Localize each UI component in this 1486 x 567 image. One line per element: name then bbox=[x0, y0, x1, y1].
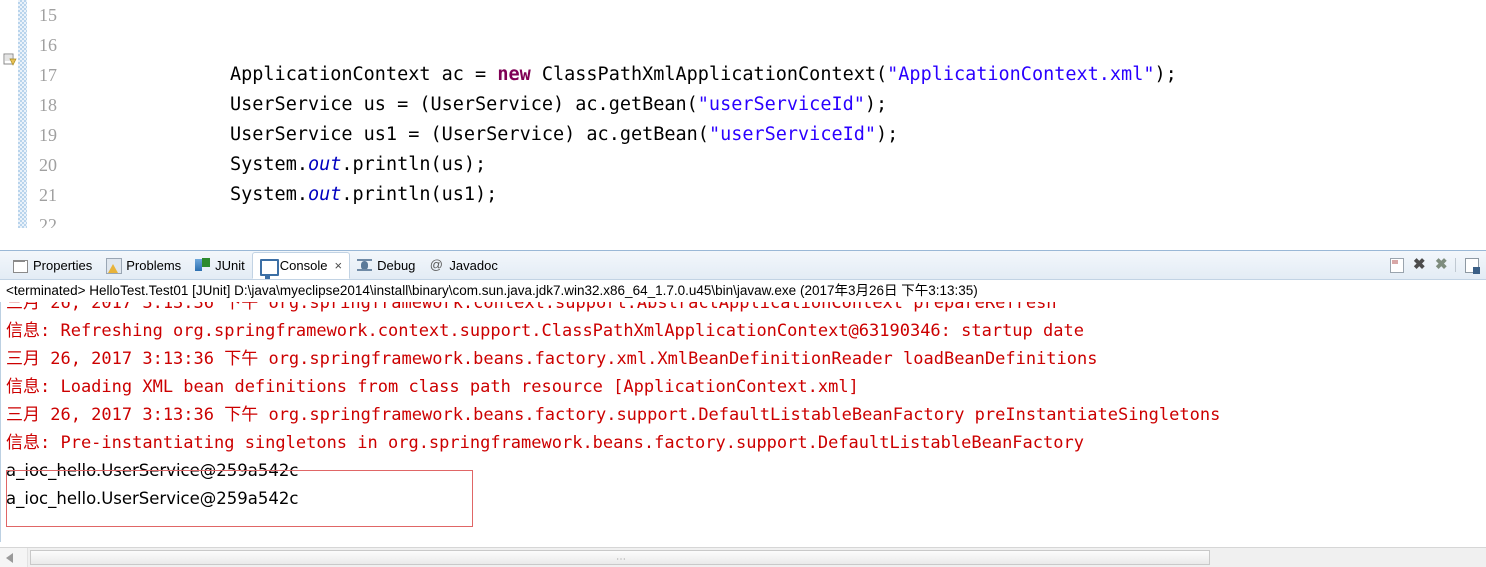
code-line[interactable]: UserService us1 = (UserService) ac.getBe… bbox=[60, 120, 1486, 150]
code-token: new bbox=[497, 64, 531, 85]
view-tabs: Properties Problems JUnit Console × Debug @ Jav… bbox=[6, 251, 505, 279]
javadoc-icon: @ bbox=[429, 257, 445, 273]
problems-icon bbox=[106, 257, 123, 274]
clear-console-button[interactable] bbox=[1387, 255, 1407, 275]
tab-javadoc[interactable]: @ Javadoc bbox=[422, 252, 504, 279]
code-token: ClassPathXmlApplicationContext( bbox=[530, 64, 888, 85]
code-line[interactable]: UserService us = (UserService) ac.getBea… bbox=[60, 90, 1486, 120]
code-token: .println(us); bbox=[341, 154, 487, 175]
console-log-line: 三月 26, 2017 3:13:36 下午 org.springframewo… bbox=[6, 405, 1221, 425]
properties-icon bbox=[13, 257, 29, 273]
console-log-line: 信息: Refreshing org.springframework.conte… bbox=[6, 321, 1084, 341]
code-token: ApplicationContext ac = bbox=[230, 64, 498, 85]
code-token: out bbox=[307, 154, 342, 175]
debug-icon-glyph bbox=[357, 258, 372, 273]
remove-all-terminated-button[interactable]: ✖ bbox=[1431, 255, 1451, 275]
code-line[interactable] bbox=[60, 30, 1486, 60]
line-number: 21 bbox=[39, 185, 57, 205]
console-horizontal-scrollbar[interactable]: ⋯ bbox=[0, 547, 1486, 567]
debug-icon bbox=[357, 257, 373, 273]
line-number: 15 bbox=[39, 5, 57, 25]
terminate-button[interactable]: ✖ bbox=[1409, 255, 1429, 275]
code-line[interactable]: System.out.println(us); bbox=[60, 150, 1486, 180]
tab-debug[interactable]: Debug bbox=[350, 252, 422, 279]
tab-label: Problems bbox=[126, 257, 182, 273]
console-log-line: 信息: Loading XML bean definitions from cl… bbox=[6, 377, 859, 397]
scrollbar-left-pad bbox=[0, 548, 28, 567]
close-icon[interactable]: × bbox=[335, 258, 343, 273]
editor-code-text[interactable]: ApplicationContext ac = new ClassPathXml… bbox=[60, 0, 1486, 228]
code-line[interactable]: System.out.println(us1); bbox=[60, 180, 1486, 210]
remove-all-terminated-icon: ✖ bbox=[1435, 256, 1448, 273]
code-token: ); bbox=[876, 124, 899, 145]
console-view-panel: Properties Problems JUnit Console × Debug @ Jav… bbox=[0, 250, 1486, 567]
code-line[interactable]: ApplicationContext ac = new ClassPathXml… bbox=[60, 60, 1486, 90]
console-icon bbox=[259, 257, 279, 279]
code-token: UserService us1 = (UserService) ac.getBe… bbox=[230, 124, 709, 145]
problems-icon-glyph bbox=[106, 258, 123, 274]
code-line[interactable] bbox=[60, 0, 1486, 30]
console-output-area[interactable]: 三月 26, 2017 3:13:36 下午 org.springframewo… bbox=[0, 302, 1486, 542]
code-token: System. bbox=[230, 154, 308, 175]
terminate-x-icon: ✖ bbox=[1413, 256, 1426, 273]
code-token: ); bbox=[864, 94, 888, 115]
console-log-line: 三月 26, 2017 3:13:36 下午 org.springframewo… bbox=[6, 302, 1057, 313]
console-left-border bbox=[0, 302, 1, 542]
code-token: System. bbox=[230, 184, 308, 205]
scroll-left-arrow-icon[interactable] bbox=[6, 553, 13, 563]
tab-label: Console bbox=[279, 257, 328, 273]
line-number: 16 bbox=[39, 35, 57, 55]
console-log-line: 三月 26, 2017 3:13:36 下午 org.springframewo… bbox=[6, 349, 1098, 369]
code-token: "userServiceId" bbox=[697, 94, 865, 115]
code-token: "ApplicationContext.xml" bbox=[887, 64, 1155, 85]
tab-label: Properties bbox=[33, 257, 93, 273]
tab-label: Javadoc bbox=[449, 257, 498, 273]
editor-overview-ruler[interactable] bbox=[18, 0, 27, 228]
warning-marker-icon bbox=[3, 53, 17, 66]
scrollbar-thumb[interactable]: ⋯ bbox=[30, 550, 1210, 565]
junit-icon-glyph bbox=[195, 258, 211, 272]
junit-icon bbox=[195, 257, 211, 273]
eclipse-ide-window: 15 16 17 18 19 20 21 22 ApplicationConte… bbox=[0, 0, 1486, 567]
line-number: 19 bbox=[39, 125, 57, 145]
line-number: 20 bbox=[39, 155, 57, 175]
tab-label: Debug bbox=[377, 257, 416, 273]
console-log-line: 信息: Pre-instantiating singletons in org.… bbox=[6, 433, 1084, 453]
console-process-header: <terminated> HelloTest.Test01 [JUnit] D:… bbox=[0, 280, 1486, 302]
line-number: 18 bbox=[39, 95, 57, 115]
editor-line-number-gutter: 15 16 17 18 19 20 21 22 bbox=[27, 0, 60, 228]
console-stdout-line: a_ioc_hello.UserService@259a542c bbox=[6, 461, 299, 480]
line-number: 17 bbox=[39, 65, 57, 85]
line-number: 22 bbox=[39, 215, 57, 228]
console-icon-glyph bbox=[259, 259, 279, 279]
scrollbar-grip-icon: ⋯ bbox=[616, 554, 627, 565]
code-token: UserService us = (UserService) ac.getBea… bbox=[230, 94, 698, 115]
code-token: ); bbox=[1154, 64, 1177, 85]
tab-label: JUnit bbox=[215, 257, 245, 273]
open-console-icon bbox=[1465, 258, 1480, 274]
view-tab-bar: Properties Problems JUnit Console × Debug @ Jav… bbox=[0, 251, 1486, 280]
tab-console[interactable]: Console × bbox=[251, 251, 351, 279]
tab-properties[interactable]: Properties bbox=[6, 252, 99, 279]
javadoc-icon-glyph: @ bbox=[429, 257, 443, 272]
console-stdout-line: a_ioc_hello.UserService@259a542c bbox=[6, 489, 299, 508]
code-line[interactable] bbox=[60, 210, 1486, 228]
properties-icon-glyph bbox=[13, 260, 28, 273]
console-toolbar: ✖ ✖ bbox=[1385, 255, 1482, 275]
code-token: "userServiceId" bbox=[708, 124, 877, 145]
clear-console-icon bbox=[1390, 258, 1404, 273]
tab-junit[interactable]: JUnit bbox=[188, 252, 252, 279]
console-line-list: 三月 26, 2017 3:13:36 下午 org.springframewo… bbox=[6, 302, 1220, 513]
code-token: .println(us1); bbox=[341, 184, 498, 205]
code-token: out bbox=[307, 184, 342, 205]
java-source-editor[interactable]: 15 16 17 18 19 20 21 22 ApplicationConte… bbox=[0, 0, 1486, 228]
open-console-button[interactable] bbox=[1462, 255, 1482, 275]
editor-annotation-ruler[interactable] bbox=[0, 0, 18, 228]
tab-problems[interactable]: Problems bbox=[99, 252, 188, 279]
toolbar-separator bbox=[1455, 258, 1456, 272]
